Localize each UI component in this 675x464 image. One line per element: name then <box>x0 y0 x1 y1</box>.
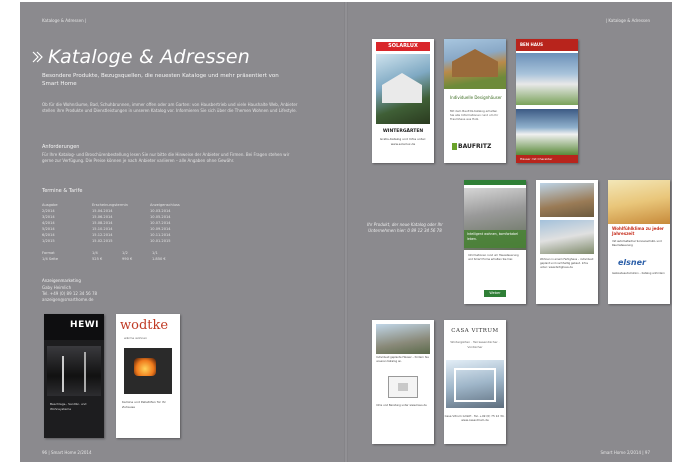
brochure-image <box>388 376 418 398</box>
house-image <box>540 220 594 254</box>
page-subtitle: Besondere Produkte, Bezugsquellen, die n… <box>42 73 279 87</box>
price-cell: 990 € <box>122 257 133 261</box>
notes-heading: Anforderungen <box>42 144 80 150</box>
solarlux-logo: SOLARLUX <box>376 42 430 51</box>
casa-vitrum-contact: Casa Vitrum GmbH · Tel. +49 (0) 75 12 34… <box>444 414 506 422</box>
hewi-rail <box>84 352 86 392</box>
wodtke-ad[interactable]: wodtke wärme wohnen Kamine und Pelletöfe… <box>116 314 180 438</box>
casa-vitrum-logo: CASA VITRUM <box>451 328 499 334</box>
left-page-number: 96 | Smart Home 2/2014 <box>42 450 92 455</box>
sunroom-image <box>608 180 670 224</box>
casa-vitrum-subtitle: Wintergärten · Terrassendächer · Vordäch… <box>450 340 500 349</box>
elsner-logo: elsner <box>618 258 646 267</box>
price-cell: 525 € <box>92 257 103 261</box>
table-cell: 10.01.2015 <box>150 239 171 243</box>
baufritz-leaf-icon <box>452 143 457 150</box>
hewi-product-image <box>47 346 101 396</box>
tariff-heading: Termine & Tarife <box>42 188 83 194</box>
hewi-rail <box>62 356 64 392</box>
elsner-headline: Wohlfühlklima zu jeder Jahreszeit <box>612 226 664 236</box>
tariff-table: Ausgabe Erscheinungstermin Anzeigenschlu… <box>42 202 232 262</box>
chevron-arrow-icon <box>30 49 46 65</box>
right-running-head: | Kataloge & Adressen <box>605 18 650 23</box>
wohnen-band: Intelligent wohnen, komfortabel leben. <box>464 230 526 248</box>
table-row: 1/2015 15.02.2015 10.01.2015 <box>42 238 232 244</box>
elsner-catalog[interactable]: Wohlfühlklima zu jeder Jahreszeit mit au… <box>608 180 670 304</box>
solarlux-catalog[interactable]: SOLARLUX WINTERGÄRTEN Gratis-Katalog und… <box>372 39 434 163</box>
house-catalog-text: Individuell geplante Häuser – fordern Si… <box>376 356 429 363</box>
wodtke-text: Kamine und Pelletöfen für Ihr Zuhause <box>122 400 166 409</box>
house-image <box>540 183 594 217</box>
wohnen-text: Informationen rund um Haussteuerung und … <box>468 254 519 261</box>
house-image <box>376 324 430 354</box>
contact-heading: Anzeigenmarketing <box>42 278 81 283</box>
page-title: Kataloge & Adressen <box>48 46 250 68</box>
casa-vitrum-catalog[interactable]: CASA VITRUM Wintergärten · Terrassendäch… <box>444 320 506 444</box>
fertighaus-catalog[interactable]: Wohnen in einem Fertighaus – individuell… <box>536 180 598 304</box>
hewi-ad[interactable]: HEWI Beschlags-, Sanitär- und Wohnsystem… <box>44 314 104 438</box>
baufritz-text: Mit dem Baufritz-Katalog erhalten Sie al… <box>450 109 499 121</box>
page-fold <box>344 2 348 462</box>
baufritz-logo: BAUFRITZ <box>458 143 492 150</box>
house-image <box>516 109 578 155</box>
wodtke-tagline: wärme wohnen <box>124 336 148 340</box>
frame-outline <box>454 368 496 402</box>
advert-placeholder-caption: Ihr Produkt, der neue Katalog oder Ihr U… <box>367 222 443 233</box>
baufritz-headline: Individuelle Designhäuser <box>450 95 502 100</box>
intro-paragraph: Ob für die Wohnräume, Bad, Schuhbrunnen,… <box>42 102 298 113</box>
solarlux-text: Gratis-Katalog und Infos unter: www.sola… <box>379 137 427 146</box>
table-cell: 1/2015 <box>42 239 55 243</box>
price-cell: 1/4 Seite <box>42 257 59 261</box>
wohnen-logo: Weber <box>484 290 506 297</box>
price-row: 1/4 Seite 525 € 990 € 1.850 € <box>42 256 232 262</box>
hewi-caption: Beschlags-, Sanitär- und Wohnsysteme <box>50 402 87 411</box>
fire-icon <box>134 358 156 376</box>
smart-living-catalog[interactable]: Intelligent wohnen, komfortabel leben. I… <box>464 180 526 304</box>
house-image <box>516 53 578 105</box>
benhaus-logo: BEN HAUS <box>516 39 578 51</box>
wodtke-logo: wodtke <box>120 318 169 333</box>
notes-paragraph: Für Ihre Katalog- und Broschürenbestellu… <box>42 152 290 163</box>
elsner-text-2: Gebäudeautomation – Katalog anfordern <box>612 272 665 275</box>
hewi-logo: HEWI <box>70 320 99 330</box>
contact-email[interactable]: anzeigen@smarthome.de <box>42 297 93 303</box>
benhaus-catalog[interactable]: BEN HAUS Häuser mit Charakter <box>516 39 578 163</box>
magazine-spread: Kataloge & Adressen | Kataloge & Adresse… <box>20 2 672 462</box>
right-page-number: Smart Home 2/2014 | 97 <box>600 450 650 455</box>
fertighaus-text: Wohnen in einem Fertighaus – individuell… <box>540 258 594 269</box>
table-cell: 15.02.2015 <box>92 239 113 243</box>
house-catalog[interactable]: Individuell geplante Häuser – fordern Si… <box>372 320 434 444</box>
price-cell: 1.850 € <box>152 257 166 261</box>
house-catalog-text-2: Infos und Beratung unter www.haus.de <box>376 404 427 407</box>
title-block: Kataloge & Adressen <box>30 46 250 68</box>
green-header-bar <box>464 180 526 185</box>
left-running-head: Kataloge & Adressen | <box>42 18 87 23</box>
baufritz-catalog[interactable]: Individuelle Designhäuser Mit dem Baufri… <box>444 39 506 163</box>
elsner-text: mit automatischer Sonnenschutz- und Raum… <box>612 240 662 247</box>
solarlux-title: WINTERGÄRTEN <box>382 129 424 134</box>
benhaus-footer: Häuser mit Charakter <box>516 155 578 163</box>
